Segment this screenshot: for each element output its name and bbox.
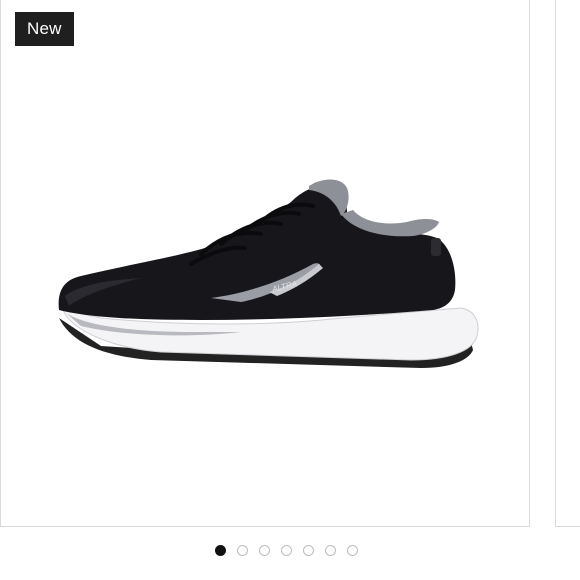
carousel-dot-7[interactable] <box>347 545 358 556</box>
carousel-dot-6[interactable] <box>325 545 336 556</box>
carousel-slide-next-peek[interactable] <box>555 0 580 527</box>
new-badge: New <box>15 12 74 46</box>
carousel-dot-3[interactable] <box>259 545 270 556</box>
carousel-dot-5[interactable] <box>303 545 314 556</box>
running-shoe-image: ALTRA <box>58 179 479 368</box>
product-image-carousel[interactable]: New ALTRA <box>0 0 580 580</box>
carousel-dot-1[interactable] <box>215 545 226 556</box>
carousel-dot-2[interactable] <box>237 545 248 556</box>
carousel-slide-active[interactable]: New ALTRA <box>0 0 530 527</box>
carousel-pagination <box>215 545 358 556</box>
carousel-dot-4[interactable] <box>281 545 292 556</box>
shoe-upper <box>58 185 456 320</box>
